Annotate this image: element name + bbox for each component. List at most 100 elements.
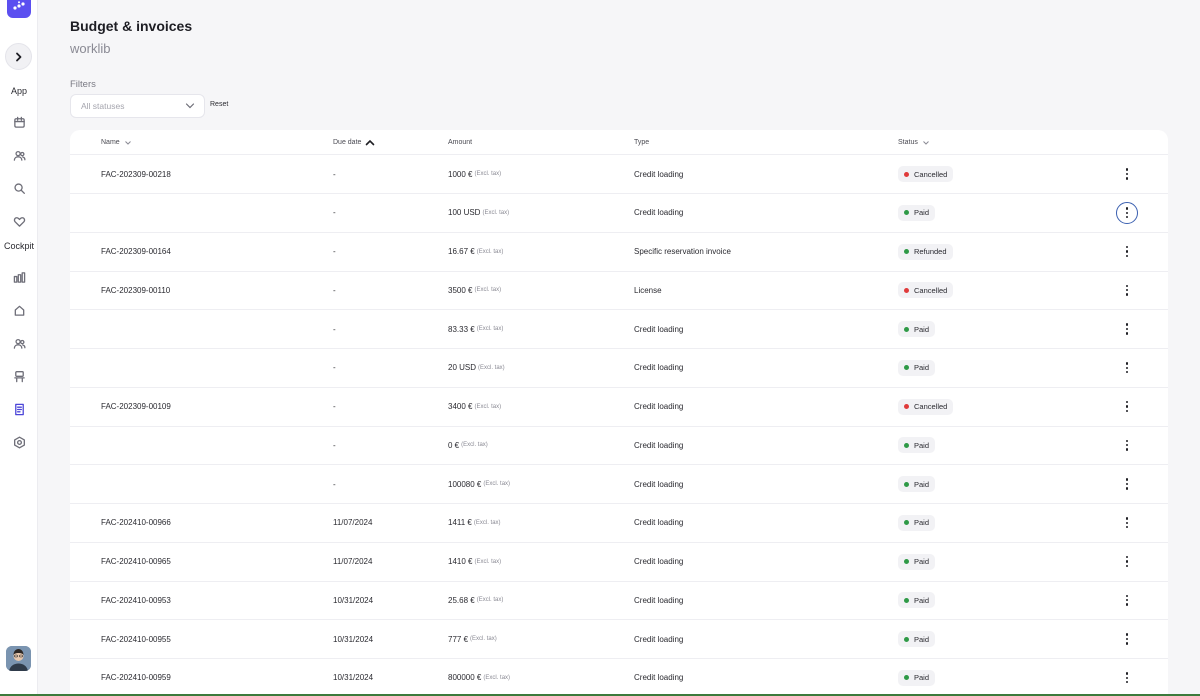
table-row[interactable]: - 100 USD (Excl. tax) Credit loading Paid xyxy=(70,194,1168,233)
filters-label: Filters xyxy=(70,79,96,90)
row-actions-button[interactable] xyxy=(1116,318,1138,340)
invoice-icon[interactable] xyxy=(11,401,27,417)
status-label: Refunded xyxy=(914,247,947,256)
row-actions-cell xyxy=(1113,659,1141,696)
table-row[interactable]: - 83.33 € (Excl. tax) Credit loading Paid xyxy=(70,310,1168,349)
invoice-due-date: - xyxy=(333,324,336,334)
invoice-type: Credit loading xyxy=(634,479,684,489)
invoice-amount: 20 USD (Excl. tax) xyxy=(448,349,505,387)
amount-tax-note: (Excl. tax) xyxy=(476,248,504,255)
settings-icon[interactable] xyxy=(11,434,27,450)
table-row[interactable]: FAC-202410-00959 10/31/2024 800000 € (Excl.… xyxy=(70,659,1168,696)
column-header-status[interactable]: Status xyxy=(898,139,930,146)
table-row[interactable]: - 0 € (Excl. tax) Credit loading Paid xyxy=(70,426,1168,466)
amount-tax-note: (Excl. tax) xyxy=(474,403,502,410)
table-row[interactable]: FAC-202410-00966 11/07/2024 1411 € (Excl. t… xyxy=(70,504,1168,543)
column-header-amount: Amount xyxy=(448,139,472,146)
invoice-due-date: - xyxy=(333,402,336,411)
user-avatar[interactable] xyxy=(6,646,31,671)
row-actions-button[interactable] xyxy=(1116,667,1138,689)
row-actions-button[interactable] xyxy=(1116,396,1138,418)
row-actions-button[interactable] xyxy=(1116,434,1138,456)
more-vertical-icon xyxy=(1125,555,1129,568)
amount-tax-note: (Excl. tax) xyxy=(483,674,511,681)
invoice-amount: 1410 € (Excl. tax) xyxy=(448,543,501,581)
status-dot-icon xyxy=(904,326,909,332)
status-badge: Paid xyxy=(898,592,936,609)
column-header-name[interactable]: Name xyxy=(101,139,132,146)
row-actions-button[interactable] xyxy=(1116,163,1138,185)
status-filter-select[interactable]: All statuses xyxy=(70,94,205,118)
column-header-amount-label: Amount xyxy=(448,139,473,146)
invoice-type: Credit loading xyxy=(634,634,684,644)
team-icon[interactable] xyxy=(11,335,27,351)
invoice-amount: 777 € (Excl. tax) xyxy=(448,620,497,658)
status-label: Cancelled xyxy=(914,402,948,411)
status-badge: Paid xyxy=(898,437,936,454)
sidebar: App Cockpit xyxy=(0,0,38,696)
chevron-down-icon xyxy=(185,103,195,109)
row-actions-button[interactable] xyxy=(1116,551,1138,573)
invoice-status: Refunded xyxy=(898,233,953,271)
reset-filters-button[interactable]: Reset xyxy=(210,101,228,108)
row-actions-button[interactable] xyxy=(1116,357,1138,379)
bar-chart-icon[interactable] xyxy=(11,269,27,285)
table-row[interactable]: FAC-202309-00109 - 3400 € (Excl. tax) Credit… xyxy=(70,388,1168,427)
row-actions-cell xyxy=(1113,620,1141,658)
row-actions-button[interactable] xyxy=(1116,589,1138,611)
invoice-due-date: - xyxy=(333,285,336,295)
row-actions-cell xyxy=(1113,194,1141,232)
invoice-due-date: - xyxy=(333,479,336,489)
invoice-status: Paid xyxy=(898,543,936,581)
more-vertical-icon xyxy=(1125,362,1129,374)
row-actions-button[interactable] xyxy=(1116,279,1138,301)
table-row[interactable]: FAC-202309-00164 - 16.67 € (Excl. tax) Speci… xyxy=(70,233,1168,272)
app-logo-icon[interactable] xyxy=(7,0,31,18)
search-icon[interactable] xyxy=(11,180,27,196)
amount-value: 25.68 € xyxy=(448,595,475,605)
row-actions-button[interactable] xyxy=(1116,201,1138,224)
amount-value: 3400 € xyxy=(448,402,473,411)
column-header-due-date[interactable]: Due date xyxy=(333,139,375,146)
sort-chevron-down-icon xyxy=(923,140,929,145)
more-vertical-icon xyxy=(1125,323,1129,335)
row-actions-cell xyxy=(1113,233,1141,271)
table-row[interactable]: FAC-202410-00953 10/31/2024 25.68 € (Excl. … xyxy=(70,581,1168,621)
amount-value: 1411 € xyxy=(448,518,472,528)
more-vertical-icon xyxy=(1125,478,1129,490)
table-row[interactable]: FAC-202410-00965 11/07/2024 1410 € (Excl. t… xyxy=(70,543,1168,582)
row-actions-cell xyxy=(1113,581,1141,619)
column-header-due-date-label: Due date xyxy=(333,139,362,146)
more-vertical-icon xyxy=(1125,517,1129,529)
row-actions-button[interactable] xyxy=(1116,473,1138,495)
invoice-due-date: 10/31/2024 xyxy=(333,595,374,605)
row-actions-cell xyxy=(1113,349,1141,387)
table-row[interactable]: FAC-202309-00110 - 3500 € (Excl. tax) Licens… xyxy=(70,271,1168,311)
more-vertical-icon xyxy=(1125,439,1129,451)
users-icon[interactable] xyxy=(11,147,27,163)
invoice-name: FAC-202309-00109 xyxy=(101,402,171,411)
status-dot-icon xyxy=(904,404,909,409)
amount-value: 83.33 € xyxy=(448,324,475,334)
sidebar-toggle-button[interactable] xyxy=(5,43,32,70)
desk-icon[interactable] xyxy=(11,368,27,384)
heart-icon[interactable] xyxy=(11,213,27,229)
calendar-icon[interactable] xyxy=(11,114,27,130)
invoice-type: Credit loading xyxy=(634,440,684,450)
home-icon[interactable] xyxy=(11,302,27,318)
invoice-status: Cancelled xyxy=(898,271,954,309)
table-row[interactable]: - 100080 € (Excl. tax) Credit loading Paid xyxy=(70,465,1168,504)
table-row[interactable]: FAC-202410-00955 10/31/2024 777 € (Excl. ta… xyxy=(70,620,1168,659)
column-header-status-label: Status xyxy=(898,139,918,146)
table-row[interactable]: - 20 USD (Excl. tax) Credit loading Paid xyxy=(70,349,1168,388)
table-row[interactable]: FAC-202309-00218 - 1000 € (Excl. tax) Credit… xyxy=(70,155,1168,194)
invoice-type: Credit loading xyxy=(634,673,684,683)
status-badge: Cancelled xyxy=(898,398,954,415)
status-badge: Paid xyxy=(898,359,936,376)
row-actions-button[interactable] xyxy=(1116,512,1138,534)
invoice-due-date: 11/07/2024 xyxy=(333,557,373,566)
row-actions-button[interactable] xyxy=(1116,628,1138,650)
status-dot-icon xyxy=(904,481,909,487)
row-actions-button[interactable] xyxy=(1116,241,1138,263)
invoice-status: Paid xyxy=(898,310,936,348)
